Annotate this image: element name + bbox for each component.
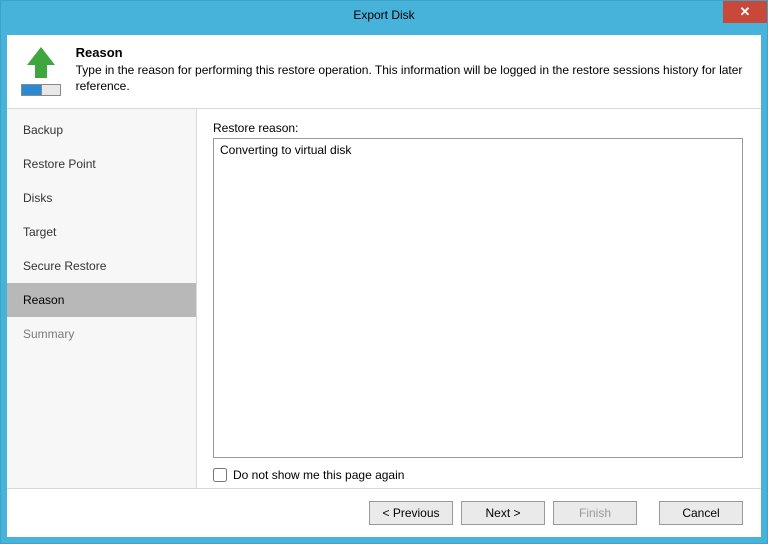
wizard-step-title: Reason [76, 45, 749, 60]
wizard-main: Restore reason: Do not show me this page… [197, 109, 761, 488]
step-label: Reason [23, 293, 64, 307]
step-label: Disks [23, 191, 52, 205]
step-reason[interactable]: Reason [7, 283, 196, 317]
wizard-footer: < Previous Next > Finish Cancel [7, 488, 761, 537]
wizard-step-description: Type in the reason for performing this r… [76, 62, 749, 94]
wizard-steps: Backup Restore Point Disks Target Secure… [7, 109, 197, 488]
step-label: Summary [23, 327, 74, 341]
wizard-icon [19, 45, 64, 96]
window-title: Export Disk [353, 8, 414, 22]
dont-show-again-label: Do not show me this page again [233, 468, 404, 482]
close-icon: ✕ [740, 4, 751, 20]
step-disks[interactable]: Disks [7, 181, 196, 215]
dont-show-again-row[interactable]: Do not show me this page again [213, 458, 743, 488]
step-backup[interactable]: Backup [7, 113, 196, 147]
disk-icon [21, 84, 61, 96]
step-secure-restore[interactable]: Secure Restore [7, 249, 196, 283]
finish-button: Finish [553, 501, 637, 525]
wizard-header: Reason Type in the reason for performing… [7, 35, 761, 109]
wizard-body: Backup Restore Point Disks Target Secure… [7, 109, 761, 488]
cancel-button[interactable]: Cancel [659, 501, 743, 525]
step-target[interactable]: Target [7, 215, 196, 249]
export-disk-wizard: Export Disk ✕ Reason Type in the reason … [0, 0, 768, 544]
button-label: Cancel [682, 506, 719, 520]
step-label: Restore Point [23, 157, 96, 171]
step-summary[interactable]: Summary [7, 317, 196, 351]
button-label: Finish [579, 506, 611, 520]
button-label: < Previous [382, 506, 439, 520]
reason-textarea[interactable] [213, 138, 743, 458]
window-content: Reason Type in the reason for performing… [1, 29, 767, 543]
reason-label: Restore reason: [213, 121, 743, 135]
button-label: Next > [485, 506, 520, 520]
step-restore-point[interactable]: Restore Point [7, 147, 196, 181]
previous-button[interactable]: < Previous [369, 501, 453, 525]
close-button[interactable]: ✕ [723, 1, 767, 23]
step-label: Backup [23, 123, 63, 137]
wizard-header-text: Reason Type in the reason for performing… [76, 45, 749, 96]
step-label: Secure Restore [23, 259, 106, 273]
titlebar: Export Disk ✕ [1, 1, 767, 29]
next-button[interactable]: Next > [461, 501, 545, 525]
arrow-up-icon [27, 47, 55, 65]
step-label: Target [23, 225, 56, 239]
dont-show-again-checkbox[interactable] [213, 468, 227, 482]
